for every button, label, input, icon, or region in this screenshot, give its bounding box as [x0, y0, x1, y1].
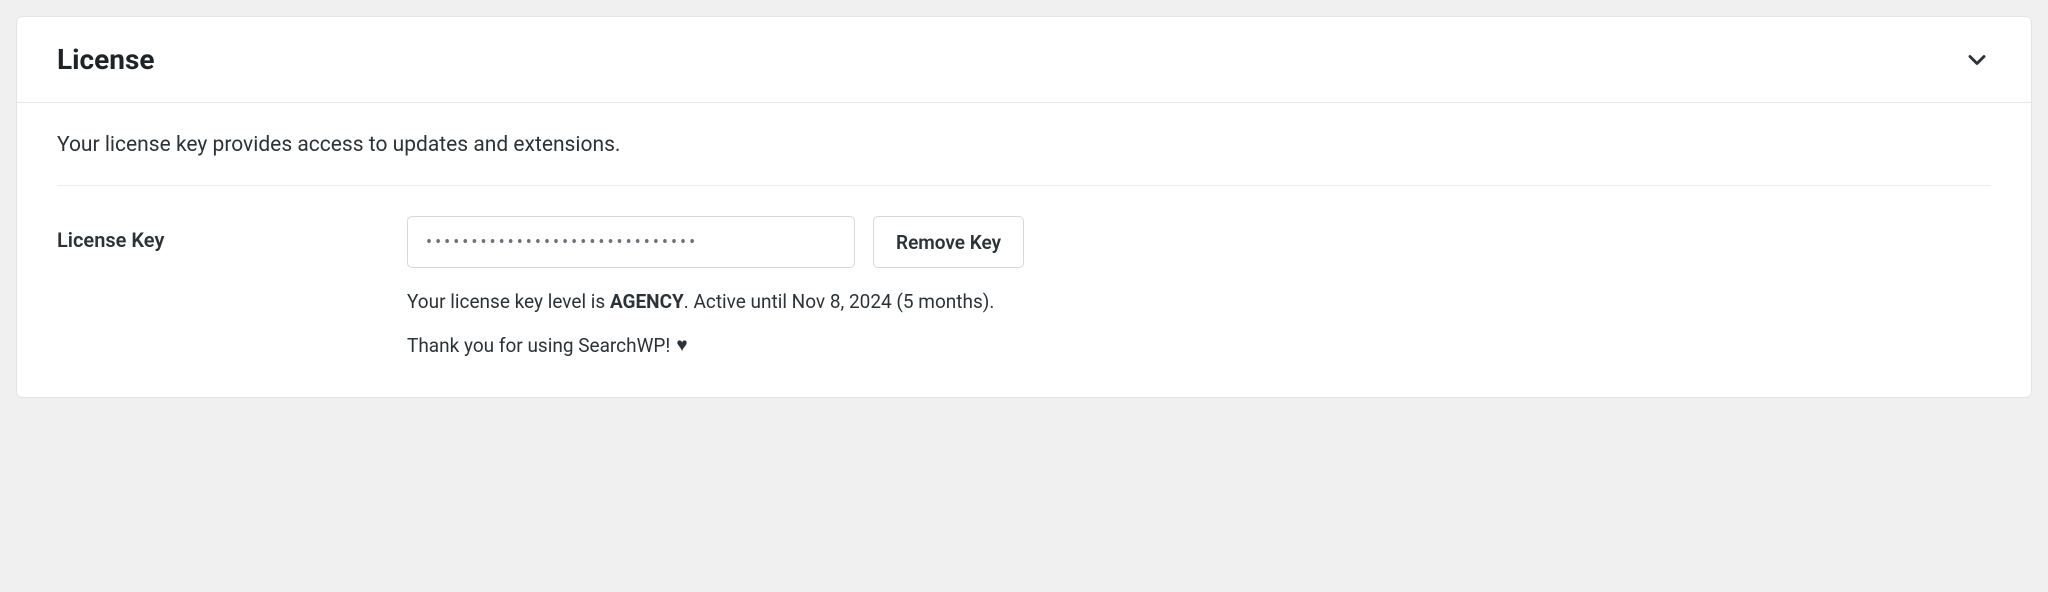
- panel-title: License: [57, 43, 154, 76]
- intro-text: Your license key provides access to upda…: [57, 133, 1991, 185]
- license-key-label: License Key: [57, 216, 387, 252]
- license-panel-header[interactable]: License: [17, 17, 2031, 103]
- license-panel: License Your license key provides access…: [16, 16, 2032, 398]
- license-status: Your license key level is AGENCY. Active…: [407, 290, 1991, 313]
- license-key-row: License Key Remove Key Your license key …: [57, 216, 1991, 357]
- license-panel-body: Your license key provides access to upda…: [17, 103, 2031, 397]
- status-suffix: . Active until Nov 8, 2024 (5 months).: [684, 290, 995, 313]
- thankyou-text: Thank you for using SearchWP! ♥: [407, 333, 1991, 357]
- chevron-down-icon: [1963, 46, 1991, 74]
- divider: [57, 185, 1991, 186]
- license-key-content: Remove Key Your license key level is AGE…: [407, 216, 1991, 357]
- remove-key-button[interactable]: Remove Key: [873, 216, 1024, 268]
- heart-icon: ♥: [676, 333, 687, 357]
- license-level: AGENCY: [610, 290, 684, 313]
- input-group: Remove Key: [407, 216, 1991, 268]
- status-prefix: Your license key level is: [407, 290, 610, 313]
- license-key-input[interactable]: [407, 216, 855, 268]
- thankyou-message: Thank you for using SearchWP!: [407, 334, 670, 357]
